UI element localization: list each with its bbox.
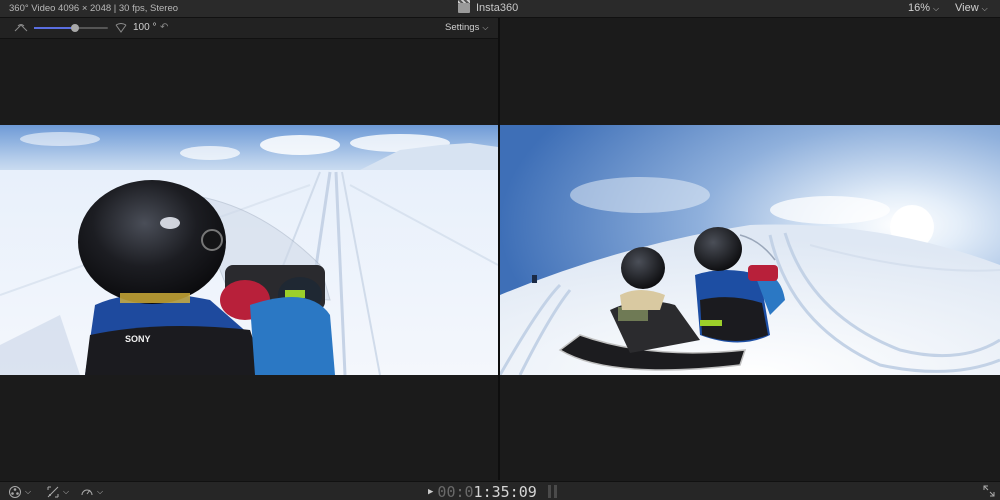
- field-of-view-wide-icon: [115, 23, 127, 33]
- transform-menu[interactable]: ⌵: [46, 485, 69, 498]
- fullscreen-icon[interactable]: [983, 485, 995, 497]
- project-title-group: Insta360: [458, 0, 519, 14]
- settings-menu[interactable]: Settings ⌵: [445, 22, 488, 33]
- effects-menu[interactable]: ⌵: [8, 485, 31, 498]
- snowmobile-first-person-image: SONY: [0, 125, 498, 375]
- field-of-view-narrow-icon: [14, 24, 28, 32]
- app-window: 360° Video 4096 × 2048 | 30 fps, Stereo …: [0, 0, 1000, 500]
- timecode-display[interactable]: ▶ 00:0 1:35:09: [428, 482, 537, 500]
- video-format-info: 360° Video 4096 × 2048 | 30 fps, Stereo: [9, 3, 179, 14]
- viewer-header: 360° Video 4096 × 2048 | 30 fps, Stereo …: [0, 0, 1000, 18]
- zoom-value: 16%: [908, 2, 931, 14]
- audio-meter-icon: [548, 485, 560, 498]
- view-label: View: [955, 2, 979, 14]
- snowmobile-tiny-planet-image: [500, 125, 1000, 375]
- viewer-divider[interactable]: [498, 18, 500, 480]
- effects-icon: [9, 485, 21, 498]
- zoom-menu[interactable]: 16% ⌵: [908, 2, 939, 14]
- chevron-down-icon: ⌵: [63, 486, 70, 496]
- slider-knob[interactable]: [70, 24, 79, 32]
- project-title: Insta360: [476, 2, 519, 14]
- reset-icon[interactable]: ↶: [160, 22, 168, 33]
- transform-icon: [47, 486, 59, 497]
- speed-icon: [81, 489, 93, 495]
- slider-fill: [34, 27, 75, 29]
- 360-projection-image[interactable]: [500, 125, 1000, 375]
- viewer-footer: ⌵ ⌵ ⌵ ▶ 00:0 1:35:09: [0, 481, 1000, 500]
- chevron-down-icon: ⌵: [482, 23, 489, 32]
- settings-label: Settings: [445, 22, 480, 33]
- field-of-view-angle[interactable]: 100 °: [133, 22, 156, 33]
- play-icon[interactable]: ▶: [428, 487, 433, 497]
- clapperboard-icon: [458, 0, 470, 13]
- chevron-down-icon: ⌵: [25, 486, 32, 496]
- timecode-leading: 00:0: [437, 482, 474, 500]
- view-menu[interactable]: View ⌵: [955, 2, 988, 14]
- speed-menu[interactable]: ⌵: [80, 485, 103, 498]
- sony-logo: SONY: [125, 334, 151, 344]
- timecode-value: 1:35:09: [473, 482, 537, 500]
- chevron-down-icon: ⌵: [97, 486, 104, 496]
- 360-viewer-controls: 100 ° ↶ Settings ⌵: [0, 18, 498, 39]
- chevron-down-icon: ⌵: [933, 4, 940, 13]
- field-of-view-slider[interactable]: [34, 24, 108, 32]
- chevron-down-icon: ⌵: [981, 4, 988, 13]
- 360-viewer-image[interactable]: SONY: [0, 125, 498, 375]
